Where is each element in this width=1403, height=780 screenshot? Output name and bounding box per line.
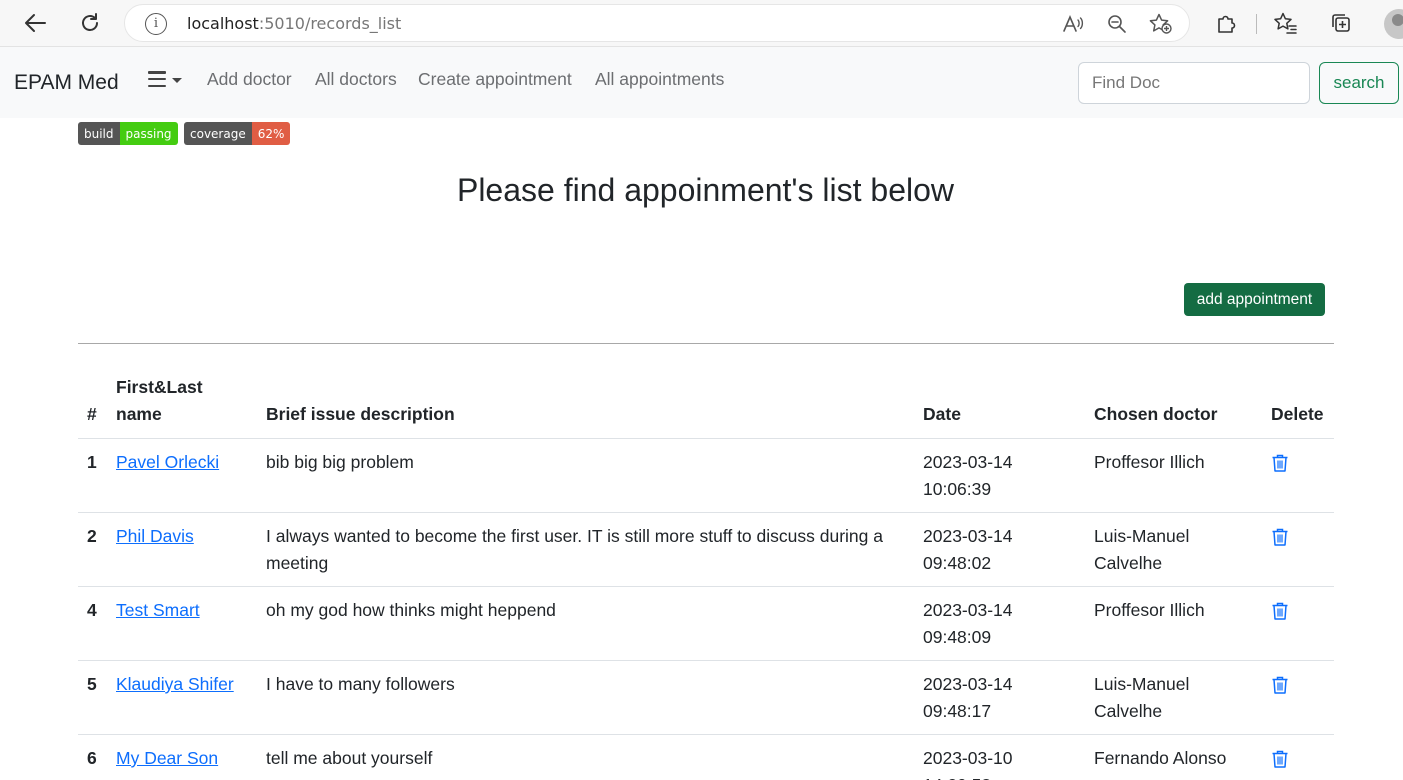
nav-add-doctor[interactable]: Add doctor (207, 69, 292, 90)
reload-icon[interactable] (75, 8, 105, 38)
trash-icon[interactable] (1271, 527, 1289, 547)
url-path: :5010/records_list (258, 14, 402, 33)
row-doctor: Proffesor Illich (1085, 438, 1262, 513)
menu-dropdown-toggle[interactable] (148, 71, 182, 87)
row-date: 2023-03-14 10:06:39 (914, 438, 1085, 513)
extensions-icon[interactable] (1211, 8, 1241, 38)
row-date: 2023-03-14 09:48:09 (914, 586, 1085, 661)
row-number: 1 (78, 438, 107, 513)
row-number: 2 (78, 512, 107, 587)
table-row: 6 My Dear Son tell me about yourself 202… (78, 734, 1334, 780)
row-description: oh my god how thinks might heppend (257, 586, 914, 661)
row-number: 6 (78, 734, 107, 780)
zoom-out-icon[interactable] (1105, 12, 1129, 36)
table-header-row: # First&Last name Brief issue descriptio… (78, 366, 1334, 439)
nav-create-appointment[interactable]: Create appointment (418, 69, 572, 90)
badge-label: build (78, 122, 120, 145)
search-input[interactable] (1078, 62, 1310, 104)
col-header-doctor: Chosen doctor (1085, 366, 1262, 439)
table-row: 2 Phil Davis I always wanted to become t… (78, 512, 1334, 587)
row-description: I always wanted to become the first user… (257, 512, 914, 587)
browser-toolbar: i localhost:5010/records_list (0, 0, 1403, 47)
row-description: bib big big problem (257, 438, 914, 513)
row-doctor: Luis-Manuel Calvelhe (1085, 512, 1262, 587)
trash-icon[interactable] (1271, 749, 1289, 769)
patient-name-link[interactable]: Klaudiya Shifer (116, 674, 234, 694)
col-header-date: Date (914, 366, 1085, 439)
patient-name-link[interactable]: Pavel Orlecki (116, 452, 219, 472)
profile-icon[interactable] (1384, 9, 1403, 39)
table-row: 5 Klaudiya Shifer I have to many followe… (78, 660, 1334, 735)
add-appointment-button[interactable]: add appointment (1184, 283, 1325, 316)
row-description: tell me about yourself (257, 734, 914, 780)
coverage-badge: coverage 62% (184, 122, 291, 145)
info-icon[interactable]: i (145, 13, 167, 35)
favorites-icon[interactable] (1271, 8, 1301, 38)
caret-down-icon (172, 77, 182, 83)
search-button[interactable]: search (1319, 62, 1399, 104)
url-host: localhost (187, 14, 259, 33)
divider (78, 343, 1334, 344)
brand[interactable]: EPAM Med (14, 71, 119, 95)
trash-icon[interactable] (1271, 601, 1289, 621)
col-header-description: Brief issue description (257, 366, 914, 439)
trash-icon[interactable] (1271, 675, 1289, 695)
patient-name-link[interactable]: Phil Davis (116, 526, 194, 546)
patient-name-link[interactable]: My Dear Son (116, 748, 218, 768)
row-date: 2023-03-14 09:48:02 (914, 512, 1085, 587)
collections-icon[interactable] (1326, 8, 1356, 38)
navbar: EPAM Med Add doctor All doctors Create a… (0, 47, 1403, 118)
row-doctor: Proffesor Illich (1085, 586, 1262, 661)
row-date: 2023-03-10 14:20:58 (914, 734, 1085, 780)
row-number: 5 (78, 660, 107, 735)
badge-value: 62% (251, 122, 291, 145)
row-doctor: Fernando Alonso (1085, 734, 1262, 780)
row-description: I have to many followers (257, 660, 914, 735)
toolbar-separator (1256, 14, 1257, 34)
table-row: 4 Test Smart oh my god how thinks might … (78, 586, 1334, 661)
patient-name-link[interactable]: Test Smart (116, 600, 200, 620)
table-row: 1 Pavel Orlecki bib big big problem 2023… (78, 438, 1334, 513)
appointments-table: # First&Last name Brief issue descriptio… (78, 366, 1334, 780)
trash-icon[interactable] (1271, 453, 1289, 473)
address-bar[interactable]: i localhost:5010/records_list (124, 4, 1190, 42)
badge-label: coverage (184, 122, 252, 145)
url-text[interactable]: localhost:5010/records_list (187, 14, 401, 33)
page-title: Please find appoinment's list below (456, 172, 955, 208)
add-favorite-icon[interactable] (1149, 12, 1173, 36)
nav-all-appointments[interactable]: All appointments (595, 69, 724, 90)
nav-all-doctors[interactable]: All doctors (315, 69, 397, 90)
row-date: 2023-03-14 09:48:17 (914, 660, 1085, 735)
row-doctor: Luis-Manuel Calvelhe (1085, 660, 1262, 735)
read-aloud-icon[interactable] (1061, 12, 1085, 36)
badge-value: passing (119, 122, 178, 145)
hamburger-icon (148, 71, 166, 87)
col-header-delete: Delete (1262, 366, 1334, 439)
col-header-number: # (78, 366, 107, 439)
col-header-name: First&Last name (107, 366, 257, 439)
build-badge: build passing (78, 122, 178, 145)
row-number: 4 (78, 586, 107, 661)
back-arrow-icon[interactable] (20, 8, 50, 38)
